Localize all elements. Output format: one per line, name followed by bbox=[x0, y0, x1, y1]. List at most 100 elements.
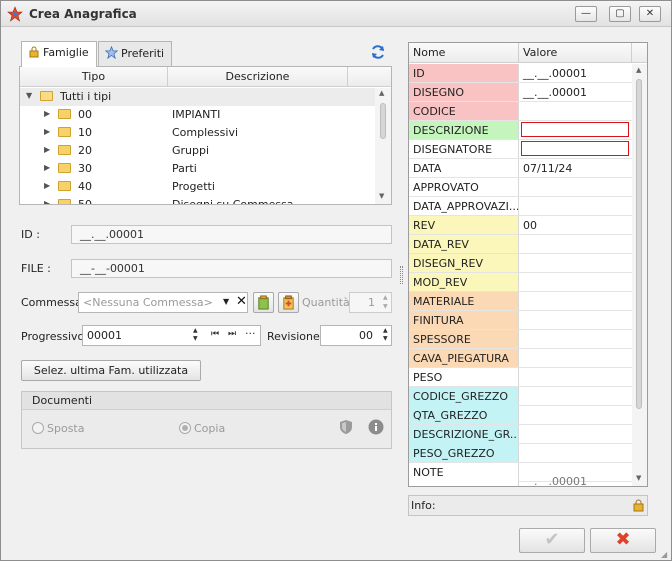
grid-row-value[interactable] bbox=[519, 235, 632, 253]
commessa-combo[interactable]: <Nessuna Commessa> ▼ ✕ bbox=[78, 292, 248, 313]
grid-row-value[interactable] bbox=[519, 330, 632, 348]
grid-row-value[interactable] bbox=[519, 387, 632, 405]
tree-item[interactable]: ▶ 40 Progetti bbox=[20, 178, 375, 196]
close-button[interactable]: ✕ bbox=[639, 6, 661, 22]
grid-row-value[interactable] bbox=[519, 273, 632, 291]
sposta-radio[interactable] bbox=[32, 422, 44, 434]
grid-col-nome[interactable]: Nome bbox=[409, 43, 519, 63]
grid-row-value[interactable] bbox=[521, 141, 629, 156]
grid-row-value[interactable] bbox=[519, 349, 632, 367]
collapse-arrow-icon[interactable]: ▼ bbox=[26, 91, 32, 100]
first-record-icon[interactable]: ⏮ bbox=[211, 329, 219, 339]
grid-row-value[interactable] bbox=[519, 102, 632, 120]
copia-radio[interactable] bbox=[179, 422, 191, 434]
refresh-icon[interactable] bbox=[370, 44, 386, 60]
tab-famiglie[interactable]: Famiglie bbox=[21, 41, 97, 67]
grid-row[interactable]: FINITURA bbox=[409, 311, 632, 330]
grid-row[interactable]: QTA_GREZZO bbox=[409, 406, 632, 425]
grid-scroll-thumb[interactable] bbox=[636, 79, 642, 409]
maximize-button[interactable]: ▢ bbox=[609, 6, 631, 22]
grid-row[interactable]: MOD_REV bbox=[409, 273, 632, 292]
grid-row-value[interactable]: 00 bbox=[519, 216, 632, 234]
grid-row[interactable]: DATA_APPROVAZI... bbox=[409, 197, 632, 216]
expand-arrow-icon[interactable]: ▶ bbox=[44, 163, 50, 172]
grid-row[interactable]: APPROVATO bbox=[409, 178, 632, 197]
last-record-icon[interactable]: ⏭ bbox=[228, 329, 236, 339]
grid-row[interactable]: REV 00 bbox=[409, 216, 632, 235]
expand-arrow-icon[interactable]: ▶ bbox=[44, 181, 50, 190]
grid-row[interactable]: CODICE bbox=[409, 102, 632, 121]
grid-row[interactable]: DISEGNATORE bbox=[409, 140, 632, 159]
scroll-up-icon[interactable]: ▲ bbox=[379, 89, 384, 97]
grid-row-value[interactable] bbox=[519, 425, 632, 443]
info-icon[interactable] bbox=[368, 419, 384, 435]
grid-row-value[interactable] bbox=[519, 254, 632, 272]
grid-row[interactable]: DESCRIZIONE_GR... bbox=[409, 425, 632, 444]
grid-row[interactable]: DISEGN_REV bbox=[409, 254, 632, 273]
grid-row[interactable]: CAVA_PIEGATURA bbox=[409, 349, 632, 368]
grid-row-name: FINITURA bbox=[409, 311, 519, 329]
select-last-family-button[interactable]: Selez. ultima Fam. utilizzata bbox=[21, 360, 201, 381]
grid-row-value[interactable] bbox=[519, 311, 632, 329]
grid-row[interactable]: DATA_REV bbox=[409, 235, 632, 254]
shield-icon[interactable] bbox=[339, 419, 353, 435]
tab-preferiti[interactable]: Preferiti bbox=[98, 41, 172, 66]
minimize-button[interactable]: — bbox=[575, 6, 597, 22]
progressivo-spinner-icon[interactable]: ▲ ▼ bbox=[193, 327, 198, 343]
chevron-down-icon[interactable]: ▼ bbox=[223, 297, 229, 306]
grid-row-value[interactable] bbox=[519, 292, 632, 310]
grid-row[interactable]: DESCRIZIONE bbox=[409, 121, 632, 140]
revisione-input[interactable]: 00 bbox=[320, 325, 392, 346]
tree-root[interactable]: ▼ Tutti i tipi bbox=[20, 88, 375, 106]
tree-scrollbar[interactable]: ▲ ▼ bbox=[375, 88, 391, 204]
commessa-new-button[interactable] bbox=[278, 292, 299, 313]
grid-row-value[interactable] bbox=[519, 406, 632, 424]
grid-row-value[interactable] bbox=[519, 178, 632, 196]
grid-row[interactable]: PESO_GREZZO bbox=[409, 444, 632, 463]
confirm-button[interactable]: ✔ bbox=[519, 528, 585, 553]
cancel-button[interactable]: ✖ bbox=[590, 528, 656, 553]
grid-scroll-up-icon[interactable]: ▲ bbox=[636, 66, 641, 74]
grid-row-value[interactable]: 07/11/24 bbox=[519, 159, 632, 177]
tree-item[interactable]: ▶ 20 Gruppi bbox=[20, 142, 375, 160]
tree-col-tipo[interactable]: Tipo bbox=[20, 67, 168, 87]
grid-col-valore[interactable]: Valore bbox=[519, 43, 632, 63]
grid-row-value[interactable] bbox=[519, 368, 632, 386]
expand-arrow-icon[interactable]: ▶ bbox=[44, 109, 50, 118]
quantita-spinner-icon[interactable]: ▲ ▼ bbox=[383, 293, 388, 311]
grid-row[interactable]: DISEGNO __.__.00001 bbox=[409, 83, 632, 102]
splitter-handle[interactable] bbox=[400, 266, 403, 284]
commessa-browse-button[interactable] bbox=[253, 292, 274, 313]
more-ellipsis-icon[interactable]: ··· bbox=[245, 327, 256, 340]
tree-item[interactable]: ▶ 50 Disegni su Commessa bbox=[20, 196, 375, 204]
grid-row-value[interactable]: __.__.00001 bbox=[519, 64, 632, 82]
scroll-down-icon[interactable]: ▼ bbox=[379, 192, 384, 200]
grid-row-value[interactable] bbox=[521, 122, 629, 137]
expand-arrow-icon[interactable]: ▶ bbox=[44, 199, 50, 204]
revisione-spinner-icon[interactable]: ▲ ▼ bbox=[383, 327, 388, 343]
commessa-placeholder: <Nessuna Commessa> bbox=[83, 296, 213, 309]
grid-row[interactable]: MATERIALE bbox=[409, 292, 632, 311]
clipboard-icon bbox=[258, 295, 269, 310]
expand-arrow-icon[interactable]: ▶ bbox=[44, 127, 50, 136]
tree-col-descrizione[interactable]: Descrizione bbox=[168, 67, 348, 87]
grid-scroll-down-icon[interactable]: ▼ bbox=[636, 474, 641, 482]
grid-row-value[interactable] bbox=[519, 444, 632, 462]
grid-row-value[interactable]: __.__.00001 bbox=[519, 83, 632, 101]
grid-row[interactable]: DATA 07/11/24 bbox=[409, 159, 632, 178]
progressivo-input[interactable]: 00001 ▲ ▼ ⏮ ⏭ ··· bbox=[82, 325, 261, 346]
grid-row-value[interactable] bbox=[519, 197, 632, 215]
grid-row[interactable]: PESO bbox=[409, 368, 632, 387]
id-field: __.__.00001 bbox=[71, 225, 392, 244]
tree-scroll-thumb[interactable] bbox=[380, 103, 386, 139]
tree-item[interactable]: ▶ 10 Complessivi bbox=[20, 124, 375, 142]
clear-x-icon[interactable]: ✕ bbox=[236, 294, 247, 309]
grid-row[interactable]: CODICE_GREZZO bbox=[409, 387, 632, 406]
tree-item[interactable]: ▶ 00 IMPIANTI bbox=[20, 106, 375, 124]
expand-arrow-icon[interactable]: ▶ bbox=[44, 145, 50, 154]
grid-row[interactable]: ID __.__.00001 bbox=[409, 64, 632, 83]
grid-scrollbar[interactable]: ▲ ▼ bbox=[632, 64, 647, 486]
resize-grip-icon[interactable]: ◢ bbox=[661, 550, 667, 559]
tree-item[interactable]: ▶ 30 Parti bbox=[20, 160, 375, 178]
grid-row[interactable]: SPESSORE bbox=[409, 330, 632, 349]
